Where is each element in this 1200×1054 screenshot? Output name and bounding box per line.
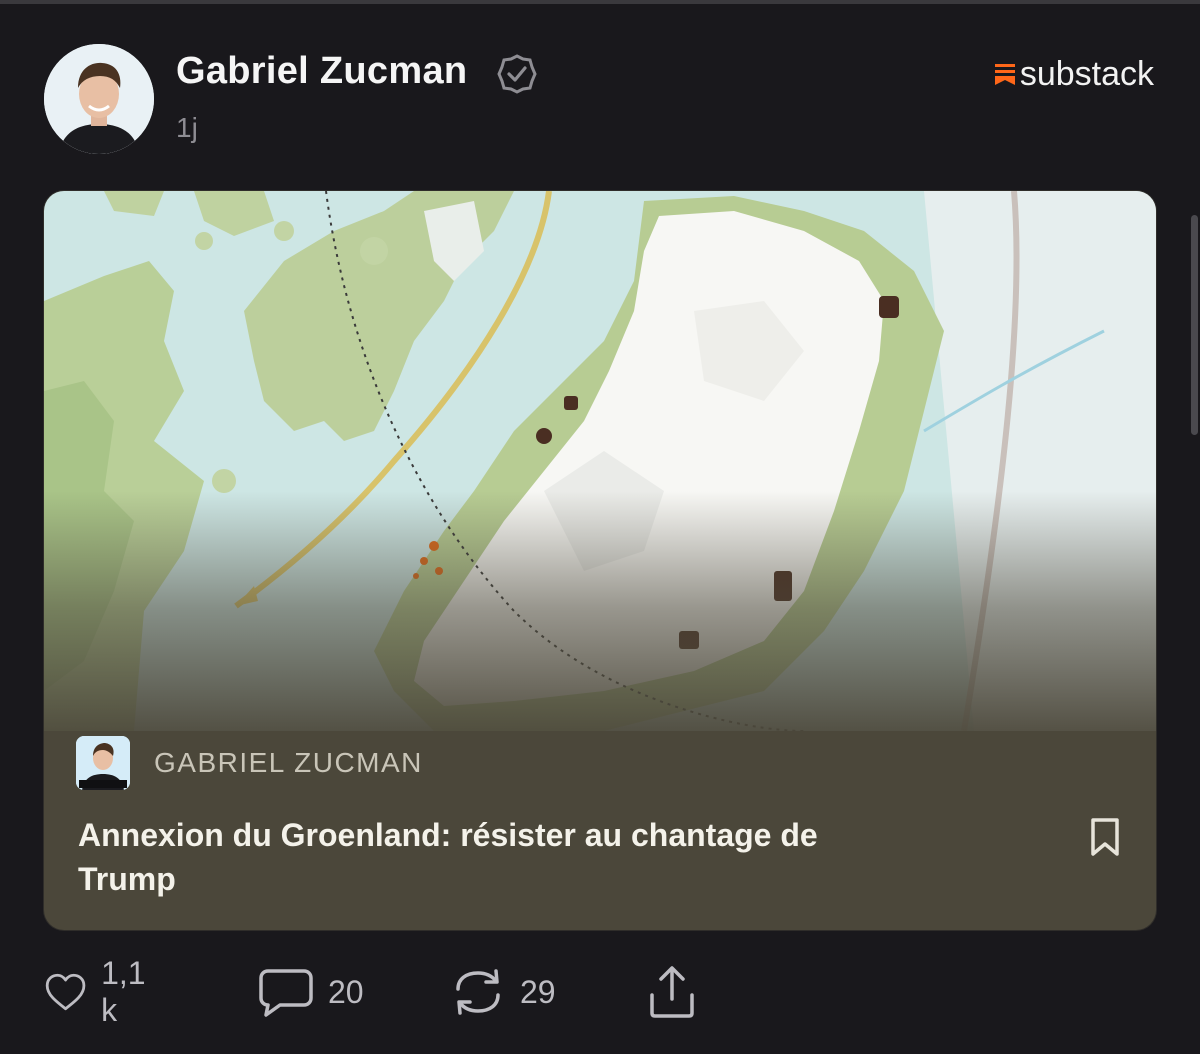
post-title[interactable]: Annexion du Groenland: résister au chant… (78, 813, 898, 901)
top-border (0, 0, 1200, 4)
verified-badge-icon (497, 54, 537, 94)
publication-icon (76, 736, 130, 790)
like-count: 1,1 k (101, 955, 146, 1028)
avatar[interactable] (44, 44, 154, 154)
post-card[interactable]: GABRIEL ZUCMAN Annexion du Groenland: ré… (44, 191, 1156, 930)
comment-count: 20 (328, 973, 364, 1010)
publication-name[interactable]: GABRIEL ZUCMAN (154, 747, 423, 779)
share-button[interactable] (644, 964, 700, 1020)
heart-icon (45, 973, 86, 1011)
restack-icon (456, 969, 500, 1015)
substack-brand[interactable]: substack (994, 54, 1154, 94)
substack-logo-icon (994, 64, 1015, 85)
share-icon (650, 966, 694, 1018)
author-name[interactable]: Gabriel Zucman (176, 50, 467, 93)
restack-count: 29 (520, 973, 556, 1010)
comment-button[interactable]: 20 (258, 964, 364, 1020)
card-gradient (44, 491, 1156, 751)
restack-button[interactable]: 29 (450, 964, 556, 1020)
scrollbar[interactable] (1191, 215, 1198, 435)
post-timestamp: 1j (176, 112, 198, 143)
brand-name: substack (1019, 54, 1154, 93)
comment-icon (259, 969, 313, 1017)
bookmark-icon[interactable] (1088, 817, 1122, 857)
like-button[interactable]: 1,1 k (44, 955, 156, 1028)
